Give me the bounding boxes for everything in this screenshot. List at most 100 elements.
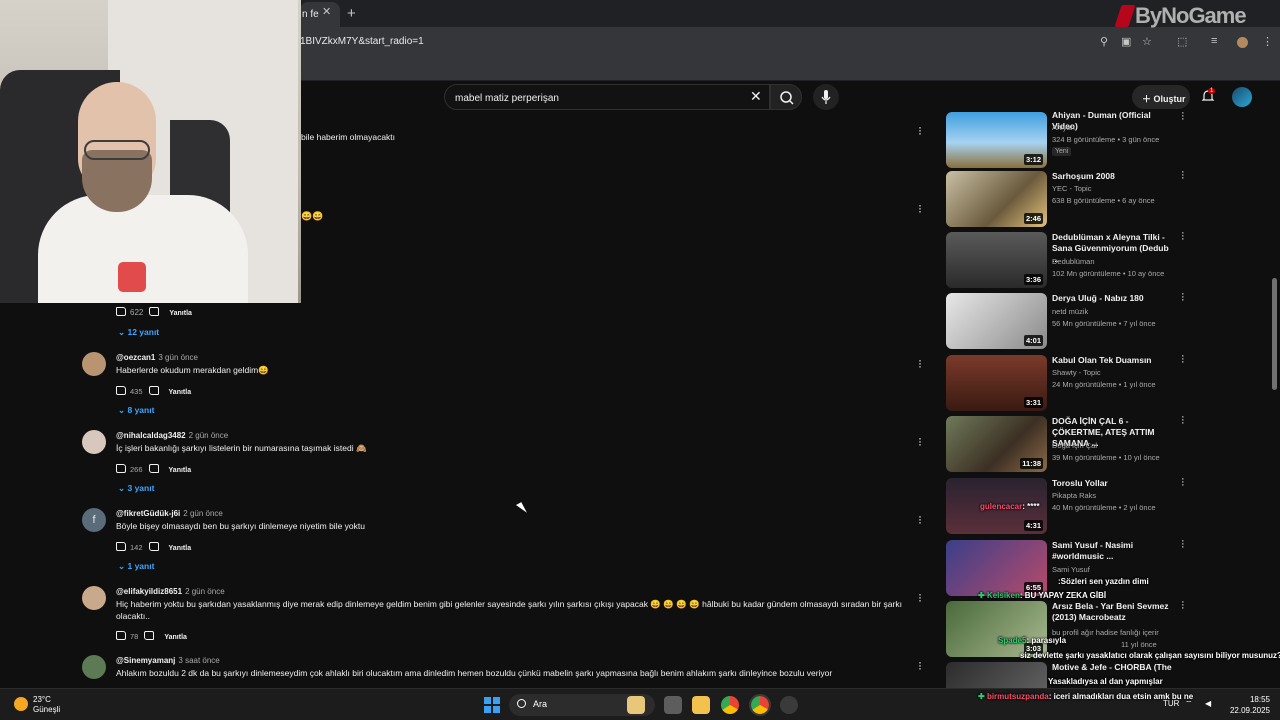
zoom-icon[interactable]: ⚲ [1100,35,1108,48]
video-channel[interactable]: bu profil ağır hadise fanlığı içerir [1052,628,1159,637]
browser-tab[interactable]: n fe [300,2,340,27]
related-video[interactable]: 3:31 Kabul Olan Tek Duamsın Shawty - Top… [946,351,1196,412]
search-input[interactable]: mabel matiz perperişan [444,84,770,110]
system-clock[interactable]: 18:55 22.09.2025 [1228,694,1270,716]
like-icon[interactable] [116,386,126,395]
browser-menu-icon[interactable]: ⋮ [1262,35,1273,48]
reply-button[interactable]: Yanıtla [169,467,192,474]
reply-button[interactable]: Yanıtla [164,634,187,641]
search-button[interactable] [770,84,802,110]
dislike-icon[interactable] [148,542,159,551]
video-menu-icon[interactable]: · · · [1181,412,1185,429]
weather-sun-icon[interactable] [14,697,28,711]
comment-time[interactable]: 3 saat önce [178,656,219,665]
related-video[interactable]: 3:03 Arsız Bela - Yar Beni Sevmez (2013)… [946,597,1196,658]
dislike-icon[interactable] [144,631,155,640]
video-title[interactable]: Sami Yusuf - Nasimi #worldmusic ... [1052,540,1174,562]
extensions-icon[interactable]: ⬚ [1177,35,1187,48]
video-channel[interactable]: Dedublüman [1052,257,1095,266]
replies-toggle[interactable]: ⌄ 12 yanıt [118,327,159,338]
comment-author[interactable]: @oezcan1 [116,353,155,362]
weather-widget[interactable]: 23°C Güneşli [33,695,60,715]
video-menu-icon[interactable]: · · · [1181,351,1185,368]
video-channel[interactable]: Shawty - Topic [1052,368,1101,377]
chrome-icon[interactable] [749,694,771,716]
comment-time[interactable]: 2 gün önce [189,431,229,440]
video-menu-icon[interactable]: · · · [1181,536,1185,553]
voice-search-button[interactable] [813,84,839,110]
bookmark-star-icon[interactable]: ☆ [1142,35,1152,48]
video-thumbnail[interactable]: 3:12 [946,112,1047,168]
video-thumbnail[interactable] [946,662,1047,688]
media-icon[interactable]: ≡ [1211,35,1217,47]
volume-icon[interactable]: ◀ [1205,699,1211,708]
avatar[interactable] [82,655,106,679]
comment-menu-icon[interactable]: · · · [917,510,923,528]
file-explorer-icon[interactable] [692,696,710,714]
clear-search-icon[interactable]: ✕ [750,88,762,105]
video-title[interactable]: Toroslu Yollar [1052,478,1174,489]
replies-toggle[interactable]: ⌄ 8 yanıt [118,405,154,416]
video-title[interactable]: Derya Uluğ - Nabız 180 [1052,293,1174,304]
comment-time[interactable]: 3 gün önce [158,353,198,362]
video-menu-icon[interactable]: · · · [1181,289,1185,306]
video-channel[interactable]: netd müzik [1052,307,1088,316]
install-icon[interactable]: ▣ [1121,35,1131,48]
avatar[interactable]: f [82,508,106,532]
new-tab-icon[interactable]: + [347,5,356,22]
comment-time[interactable]: 2 gün önce [183,509,223,518]
comment-menu-icon[interactable]: · · · [917,121,923,139]
video-channel[interactable]: Ahiyan [1052,123,1075,132]
related-video[interactable]: 3:12 Ahiyan - Duman (Official Video) Ahi… [946,108,1196,169]
dislike-icon[interactable] [149,307,160,316]
video-title[interactable]: Motive & Jefe - CHORBA (The [1052,662,1174,673]
comment-menu-icon[interactable]: · · · [917,199,923,217]
video-thumbnail[interactable]: 6:55 [946,540,1047,596]
dislike-icon[interactable] [148,386,159,395]
scrollbar-thumb[interactable] [1272,278,1277,390]
related-video[interactable]: 4:01 Derya Uluğ - Nabız 180 netd müzik 5… [946,289,1196,350]
video-thumbnail[interactable]: 4:01 [946,293,1047,349]
related-video[interactable]: 11:38 DOĞA İÇİN ÇAL 6 - ÇÖKERTME, ATEŞ A… [946,412,1196,473]
video-thumbnail[interactable]: 2:46 [946,171,1047,227]
create-button[interactable]: ＋ Oluştur [1132,85,1190,109]
avatar[interactable] [82,586,106,610]
app-icon[interactable] [780,696,798,714]
comment-author[interactable]: @fikretGüdük-j6i [116,509,180,518]
avatar[interactable] [82,352,106,376]
video-thumbnail[interactable]: 11:38 [946,416,1047,472]
related-video[interactable]: 6:55 Sami Yusuf - Nasimi #worldmusic ...… [946,536,1196,597]
video-menu-icon[interactable]: · · · [1181,474,1185,491]
video-title[interactable]: Arsız Bela - Yar Beni Sevmez (2013) Macr… [1052,601,1174,623]
profile-avatar[interactable] [1237,37,1248,48]
reply-button[interactable]: Yanıtla [169,545,192,552]
like-icon[interactable] [116,542,126,551]
replies-toggle[interactable]: ⌄ 1 yanıt [118,561,154,572]
video-menu-icon[interactable]: · · · [1181,228,1185,245]
like-icon[interactable] [116,307,126,316]
avatar[interactable] [82,430,106,454]
comment-author[interactable]: @Sinemyamanj [116,656,175,665]
video-channel[interactable]: YEC - Topic [1052,184,1091,193]
comment-time[interactable]: 2 gün önce [185,587,225,596]
video-title[interactable]: Sarhoşum 2008 [1052,171,1174,182]
address-bar[interactable]: 1BIVZkxM7Y&start_radio=1 [300,36,424,47]
account-avatar[interactable] [1232,87,1252,107]
dislike-icon[interactable] [148,464,159,473]
video-menu-icon[interactable]: · · · [1181,167,1185,184]
video-channel[interactable]: Pikapta Raks [1052,491,1096,500]
video-menu-icon[interactable]: · · · [1181,108,1185,125]
video-menu-icon[interactable]: · · · [1181,597,1185,614]
comment-menu-icon[interactable]: · · · [917,656,923,674]
comment-menu-icon[interactable]: · · · [917,588,923,606]
comment-author[interactable]: @nihalcaldag3482 [116,431,186,440]
search-highlight-icon[interactable] [627,696,645,714]
related-video[interactable]: 3:36 Dedublüman x Aleyna Tilki - Sana Gü… [946,228,1196,289]
like-icon[interactable] [116,464,126,473]
sidebar-scrollbar[interactable] [1271,113,1277,688]
related-video[interactable]: 2:46 Sarhoşum 2008 YEC - Topic 638 B gör… [946,167,1196,228]
replies-toggle[interactable]: ⌄ 3 yanıt [118,483,154,494]
video-thumbnail[interactable]: 3:36 [946,232,1047,288]
comment-author[interactable]: @elifakyildiz8651 [116,587,182,596]
windows-start-icon[interactable] [484,697,500,713]
